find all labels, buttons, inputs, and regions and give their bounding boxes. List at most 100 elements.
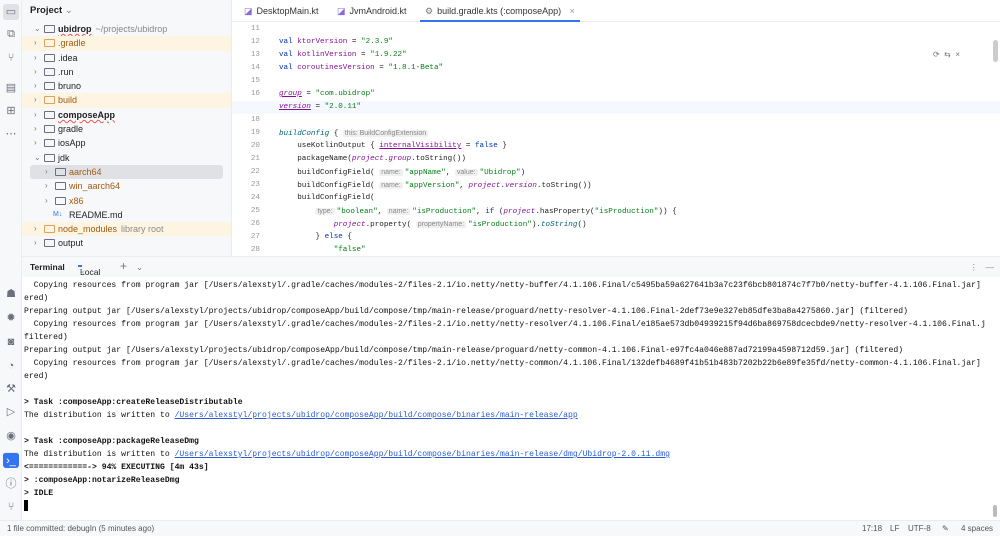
- editor-scrollbar[interactable]: [993, 40, 998, 62]
- indent-setting[interactable]: 4 spaces: [961, 521, 993, 536]
- folder-icon: [55, 182, 66, 191]
- terminal-scrollbar[interactable]: [993, 505, 997, 517]
- structure-icon[interactable]: ⧉: [3, 26, 19, 42]
- tree-item-label: composeApp: [58, 109, 116, 120]
- gradle-file-icon: ⚙: [425, 6, 434, 16]
- line-number: 14: [250, 64, 260, 72]
- chevron-right-icon[interactable]: ›: [34, 222, 37, 236]
- tool-window-strip: ▭ ⧉ ⑂ ▤ ⊞ ⋯ ☗ ✹ ◙ ◔ ⚒ ▷ ◉ ›_ ⓘ ⑂: [0, 0, 22, 520]
- folder-icon: [44, 239, 55, 248]
- more-icon[interactable]: ⋯: [3, 126, 19, 142]
- services-run-icon[interactable]: ◉: [3, 428, 19, 444]
- chevron-right-icon[interactable]: ›: [45, 165, 48, 179]
- tree-item[interactable]: › gradle: [22, 122, 231, 136]
- terminal-line: > Task :composeApp:createReleaseDistribu…: [24, 398, 243, 407]
- tab-desktopmain[interactable]: ◪ DesktopMain.kt: [244, 0, 319, 22]
- code-string: "1.9.22": [370, 51, 407, 59]
- chevron-right-icon[interactable]: ›: [34, 65, 37, 79]
- terminal-output[interactable]: Copying resources from program jar [/Use…: [24, 279, 986, 513]
- line-number: 11: [250, 25, 260, 33]
- editor-tabs: ◪ DesktopMain.kt ◪ JvmAndroid.kt ⚙ build.gr…: [232, 0, 1000, 22]
- tab-local[interactable]: Local ×: [78, 262, 100, 277]
- tree-item[interactable]: › .run: [22, 65, 231, 79]
- line-number: 20: [250, 142, 260, 150]
- tree-item[interactable]: › composeApp: [22, 108, 231, 122]
- android-icon[interactable]: ☗: [3, 286, 19, 302]
- distribution-link[interactable]: /Users/alexstyl/projects/ubidrop/compose…: [175, 411, 578, 420]
- chevron-right-icon[interactable]: ›: [45, 194, 48, 208]
- chevron-down-icon[interactable]: ⌄: [34, 151, 41, 165]
- options-icon[interactable]: ⋮: [970, 262, 979, 273]
- markdown-icon: M↓: [53, 210, 63, 218]
- status-message[interactable]: 1 file committed: debugIn (5 minutes ago…: [7, 521, 154, 536]
- terminal-title: Terminal: [30, 262, 65, 272]
- add-tab-icon[interactable]: +: [120, 259, 127, 273]
- services-icon[interactable]: ⊞: [3, 103, 19, 119]
- build-icon[interactable]: ⚒: [3, 381, 19, 397]
- terminal-text: The distribution is written to: [24, 411, 175, 420]
- cursor-position[interactable]: 17:18: [862, 521, 882, 536]
- tree-item[interactable]: › bruno: [22, 79, 231, 93]
- project-panel-title[interactable]: Project ⌄: [22, 0, 231, 22]
- tree-item[interactable]: › x86: [22, 194, 231, 208]
- code-area[interactable]: 111213141516171819202122232425262728 val…: [232, 23, 1000, 256]
- folder-icon: [44, 96, 55, 105]
- terminal-line: filtered): [24, 333, 68, 342]
- tree-item[interactable]: › .gradle: [22, 36, 231, 51]
- tree-item-label: gradle: [58, 124, 84, 135]
- code-string: "com.ubidrop": [315, 90, 375, 98]
- minimize-icon[interactable]: —: [986, 262, 995, 272]
- chevron-down-icon: ⌄: [64, 5, 73, 16]
- tree-item[interactable]: › iosApp: [22, 136, 231, 150]
- chevron-right-icon[interactable]: ›: [34, 122, 37, 136]
- encoding[interactable]: UTF-8: [908, 521, 931, 536]
- chevron-down-icon[interactable]: ⌄: [136, 262, 143, 273]
- folder-icon: [44, 67, 55, 76]
- tree-item[interactable]: › aarch64: [30, 164, 223, 180]
- problems-icon[interactable]: ⓘ: [3, 476, 19, 492]
- git-icon[interactable]: ⑂: [3, 499, 19, 515]
- project-tool-icon[interactable]: ▭: [3, 4, 19, 20]
- chevron-right-icon[interactable]: ›: [34, 136, 37, 150]
- tab-jvmandroid[interactable]: ◪ JvmAndroid.kt: [337, 0, 407, 22]
- module-folder-icon: [44, 25, 55, 33]
- tree-item[interactable]: › node_modules library root: [22, 222, 231, 237]
- profiler-icon[interactable]: ◔: [3, 358, 19, 374]
- line-separator[interactable]: LF: [890, 521, 899, 536]
- tree-item-label: .idea: [58, 52, 78, 63]
- chevron-right-icon[interactable]: ›: [34, 79, 37, 93]
- close-icon[interactable]: ×: [570, 6, 575, 16]
- tree-item[interactable]: › win_aarch64: [22, 179, 231, 193]
- tree-item[interactable]: › build: [22, 93, 231, 108]
- line-number: 25: [250, 207, 260, 215]
- chevron-right-icon[interactable]: ›: [34, 236, 37, 250]
- tree-item[interactable]: M↓ README.md: [22, 208, 231, 222]
- current-task: > :composeApp:notarizeReleaseDmg: [24, 476, 180, 485]
- chevron-right-icon[interactable]: ›: [34, 36, 37, 50]
- dmg-link[interactable]: /Users/alexstyl/projects/ubidrop/compose…: [175, 450, 670, 459]
- chevron-right-icon[interactable]: ›: [34, 51, 37, 65]
- terminal-icon[interactable]: ›_: [3, 452, 19, 468]
- chevron-right-icon[interactable]: ›: [34, 93, 37, 107]
- line-number: 18: [250, 116, 260, 124]
- run-icon[interactable]: ▷: [3, 404, 19, 420]
- gradle-icon[interactable]: ▤: [3, 80, 19, 96]
- terminal-line: Preparing output jar [/Users/alexstyl/pr…: [24, 307, 908, 316]
- tree-item[interactable]: › output: [22, 236, 231, 250]
- line-number: 23: [250, 181, 260, 189]
- readonly-icon[interactable]: ✎: [942, 521, 949, 536]
- logcat-icon[interactable]: ◙: [3, 334, 19, 350]
- chevron-down-icon: ⌄: [34, 24, 41, 33]
- pull-requests-icon[interactable]: ⑂: [3, 50, 19, 66]
- tree-item[interactable]: ⌄ jdk: [22, 151, 231, 165]
- tree-item[interactable]: › .idea: [22, 51, 231, 65]
- tab-label: build.gradle.kts (:composeApp): [437, 6, 562, 16]
- tree-root[interactable]: ⌄ ubidrop ~/projects/ubidrop: [22, 22, 231, 36]
- chevron-right-icon[interactable]: ›: [45, 179, 48, 193]
- chevron-right-icon[interactable]: ›: [34, 108, 37, 122]
- debug-icon[interactable]: ✹: [3, 310, 19, 326]
- close-icon[interactable]: ×: [80, 267, 85, 277]
- tree-item-label: x86: [69, 195, 84, 206]
- tab-build-gradle[interactable]: ⚙ build.gradle.kts (:composeApp) ×: [420, 0, 580, 22]
